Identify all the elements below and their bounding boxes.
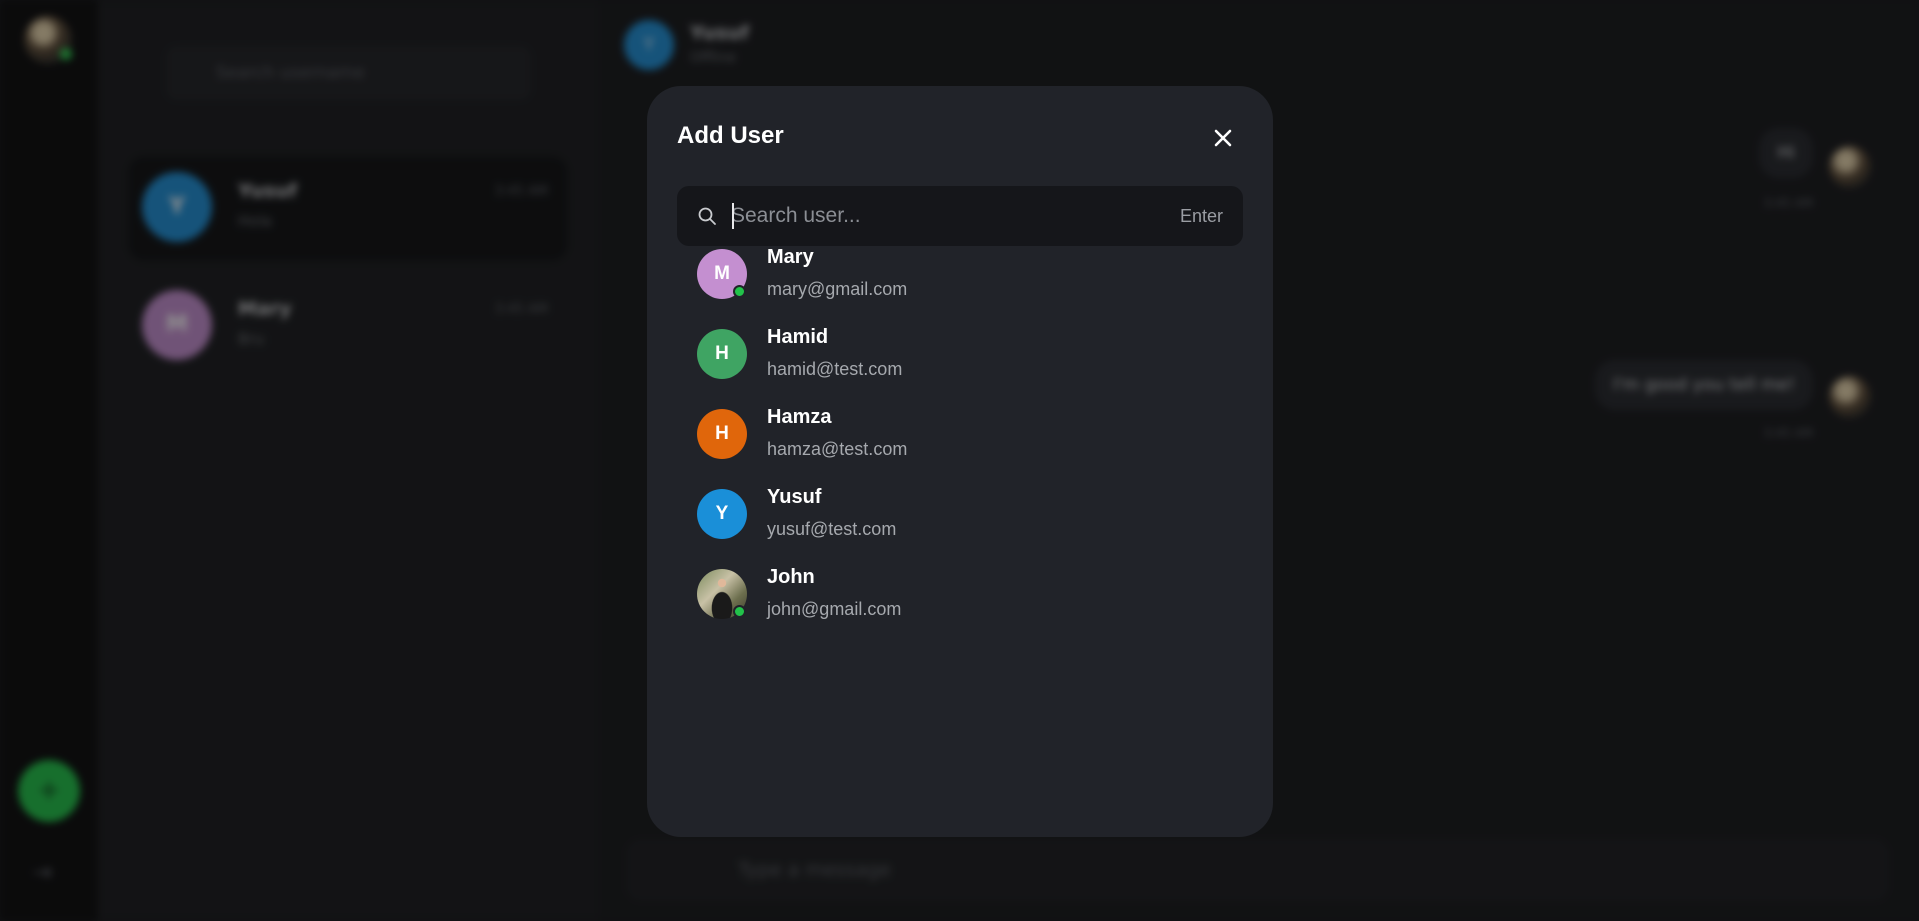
user-result-mary[interactable]: M Mary mary@gmail.com (697, 246, 1217, 313)
close-button[interactable] (1206, 121, 1240, 155)
user-email: mary@gmail.com (767, 279, 908, 299)
modal-title: Add User (677, 122, 784, 149)
user-search-box[interactable]: Enter (677, 186, 1243, 246)
avatar: H (697, 409, 747, 459)
user-result-yusuf[interactable]: Y Yusuf yusuf@test.com (697, 486, 1217, 553)
text-caret (732, 203, 734, 229)
user-result-hamid[interactable]: H Hamid hamid@test.com (697, 326, 1217, 393)
online-indicator (733, 285, 746, 298)
chat-app: + ⇥ Search username Y Yusuf Hola 3:45 AM… (0, 0, 1919, 921)
user-result-hamza[interactable]: H Hamza hamza@test.com (697, 406, 1217, 473)
online-indicator (733, 605, 746, 618)
close-icon (1214, 129, 1232, 147)
user-search-input[interactable] (731, 186, 1131, 246)
user-result-john[interactable]: John john@gmail.com (697, 566, 1217, 633)
avatar: M (697, 249, 747, 299)
avatar: Y (697, 489, 747, 539)
user-name: Yusuf (767, 486, 822, 508)
user-email: hamid@test.com (767, 359, 903, 379)
enter-hint: Enter (1179, 206, 1223, 226)
avatar-initial: H (715, 423, 729, 444)
user-email: yusuf@test.com (767, 519, 897, 539)
add-user-modal: Add User Enter M Mary mary@gmail.com (647, 86, 1273, 837)
avatar-photo (697, 569, 747, 619)
avatar: H (697, 329, 747, 379)
user-name: John (767, 566, 815, 588)
avatar-initial: Y (715, 503, 729, 524)
search-icon (698, 207, 716, 225)
user-name: Hamid (767, 326, 829, 348)
user-email: hamza@test.com (767, 439, 908, 459)
user-name: Mary (767, 246, 814, 268)
user-name: Hamza (767, 406, 832, 428)
user-email: john@gmail.com (767, 599, 902, 619)
avatar-initial: H (715, 343, 729, 364)
avatar-initial: M (714, 263, 730, 284)
